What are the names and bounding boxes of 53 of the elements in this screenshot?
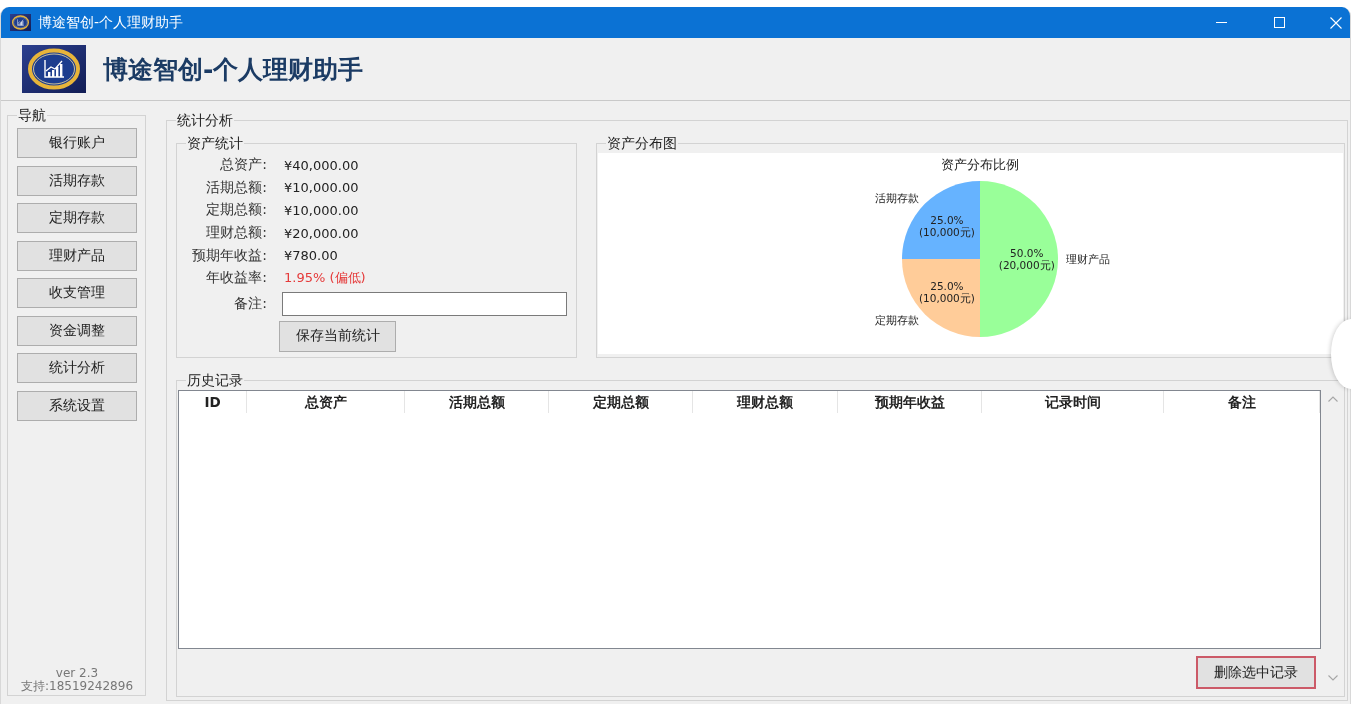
nav-button[interactable]: 活期存款 [17, 165, 137, 196]
field-value: ¥10,000.00 [283, 203, 359, 218]
group-title: 历史记录 [186, 372, 244, 389]
nav-button[interactable]: 收支管理 [17, 278, 137, 308]
field-value: ¥780.00 [283, 248, 338, 264]
nav-button[interactable]: 统计分析 [17, 353, 137, 383]
delete-button[interactable]: 删除选中记录 [1196, 656, 1316, 689]
close-icon[interactable] [1330, 16, 1342, 29]
note-field[interactable] [282, 291, 567, 316]
field-value: ¥10,000.00 [283, 180, 359, 196]
app-title: 博途智创-个人理财助手 [103, 53, 364, 86]
nav-button[interactable]: 银行账户 [17, 128, 137, 158]
field-label: 活期总额: [206, 178, 267, 197]
column-header[interactable]: 理财总额 [693, 391, 838, 413]
slice-label: 定期存款 [875, 313, 920, 326]
column-header[interactable]: 备注 [1164, 391, 1320, 413]
support-contact: 支持:18519242896 [21, 680, 133, 693]
slice-label: 活期存款 [875, 192, 920, 205]
column-header[interactable]: 记录时间 [982, 391, 1164, 413]
column-header[interactable]: 预期年收益 [838, 391, 982, 413]
group-title: 统计分析 [176, 112, 234, 129]
group-title: 导航 [17, 107, 47, 124]
slice-label: 理财产品 [1065, 253, 1110, 265]
field-label: 定期总额: [206, 201, 267, 220]
group-title: 资产统计 [186, 135, 244, 152]
nav-button[interactable]: 资金调整 [17, 315, 137, 346]
save-button[interactable]: 保存当前统计 [279, 320, 396, 352]
field-label: 预期年收益: [192, 246, 267, 265]
field-value: 1.95% (偏低) [283, 269, 366, 288]
field-label: 备注: [234, 294, 267, 313]
slice-value-label: 50.0% (20,000元) [998, 247, 1055, 271]
column-header[interactable]: ID [179, 391, 247, 413]
field-label: 总资产: [220, 156, 267, 175]
field-value: ¥40,000.00 [283, 157, 359, 173]
chart-title: 资产分布比例 [941, 157, 1019, 172]
nav-button[interactable]: 理财产品 [17, 240, 137, 271]
column-header[interactable]: 活期总额 [405, 391, 549, 413]
slice-value-label: 25.0% (10,000元) [918, 280, 975, 305]
minimize-icon[interactable] [1215, 22, 1227, 23]
field-value: ¥20,000.00 [283, 225, 359, 241]
version-label: ver 2.3 [55, 667, 99, 680]
nav-button[interactable]: 系统设置 [17, 390, 137, 421]
field-label: 年收益率: [206, 269, 267, 288]
maximize-icon[interactable] [1273, 17, 1285, 28]
nav-button[interactable]: 定期存款 [17, 203, 137, 233]
app-logo-icon [22, 45, 86, 93]
app-logo-icon [10, 14, 31, 31]
field-label: 理财总额: [206, 224, 267, 243]
slice-value-label: 25.0% (10,000元) [918, 213, 975, 238]
column-header[interactable]: 定期总额 [549, 391, 693, 413]
column-header[interactable]: 总资产 [247, 391, 405, 413]
group-title: 资产分布图 [606, 135, 678, 152]
window-title: 博途智创-个人理财助手 [38, 13, 184, 32]
